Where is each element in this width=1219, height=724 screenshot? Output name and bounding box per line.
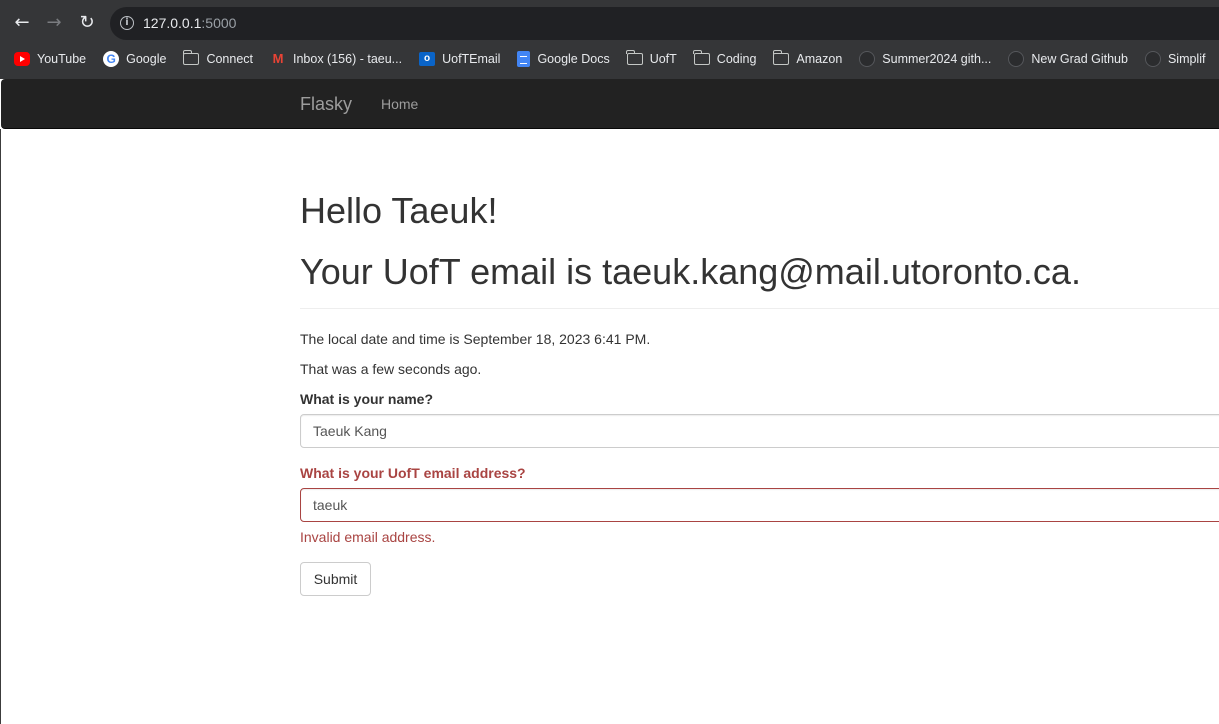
- bookmark-label: UofTEmail: [442, 52, 501, 66]
- app-navbar: Flasky Home: [1, 79, 1219, 129]
- bookmark-new-grad-github[interactable]: New Grad Github: [1008, 51, 1128, 67]
- folder-icon: [182, 50, 200, 65]
- header-divider: [300, 308, 1219, 309]
- bookmark-google[interactable]: G Google: [103, 51, 166, 67]
- name-input[interactable]: [300, 414, 1219, 448]
- bookmark-google-docs[interactable]: Google Docs: [517, 51, 610, 67]
- greeting-heading: Hello Taeuk!: [300, 190, 498, 231]
- google-docs-icon: [517, 51, 531, 67]
- github-icon: [1008, 51, 1025, 67]
- nav-home-link[interactable]: Home: [381, 96, 418, 112]
- navbar-brand-link[interactable]: Flasky: [300, 94, 352, 115]
- url-text[interactable]: 127.0.0.1:5000: [143, 15, 236, 31]
- email-error-message: Invalid email address.: [300, 529, 436, 545]
- url-port: :5000: [201, 15, 237, 31]
- bookmark-label: Summer2024 gith...: [882, 52, 992, 66]
- browser-toolbar: ← → ↻ i 127.0.0.1:5000: [0, 0, 1219, 46]
- address-bar[interactable]: i 127.0.0.1:5000: [110, 7, 1219, 40]
- back-arrow-icon[interactable]: ←: [10, 11, 34, 35]
- email-label: What is your UofT email address?: [300, 465, 526, 481]
- bookmark-amazon[interactable]: Amazon: [772, 50, 843, 66]
- folder-icon: [626, 50, 643, 65]
- bookmark-connect[interactable]: Connect: [182, 50, 253, 66]
- bookmark-label: Google: [126, 52, 167, 66]
- url-host: 127.0.0.1: [143, 15, 202, 31]
- relative-time-text: That was a few seconds ago.: [300, 361, 482, 377]
- bookmark-coding[interactable]: Coding: [693, 50, 757, 66]
- email-input[interactable]: [300, 488, 1219, 522]
- bookmark-label: Google Docs: [537, 52, 610, 66]
- folder-icon: [693, 50, 710, 65]
- bookmarks-bar: YouTube G Google Connect M Inbox (156) - t…: [0, 46, 1219, 72]
- bookmark-label: Inbox (156) - taeu...: [293, 52, 403, 66]
- bookmark-label: Coding: [716, 52, 757, 66]
- bookmark-uoft[interactable]: UofT: [626, 50, 677, 66]
- bookmark-label: UofT: [649, 52, 677, 66]
- local-time-text: The local date and time is September 18,…: [300, 331, 651, 347]
- bookmark-simplify[interactable]: Simplif: [1144, 51, 1206, 67]
- bookmark-label: Amazon: [796, 52, 843, 66]
- name-label: What is your name?: [300, 391, 434, 407]
- submit-button[interactable]: Submit: [300, 562, 371, 596]
- gmail-icon: M: [272, 51, 284, 66]
- folder-icon: [772, 50, 790, 65]
- outlook-icon: o: [419, 52, 436, 66]
- google-icon: G: [103, 51, 120, 67]
- bookmark-label: Connect: [206, 52, 253, 66]
- bookmark-youtube[interactable]: YouTube: [14, 52, 86, 66]
- bookmark-label: YouTube: [37, 52, 87, 66]
- email-heading: Your UofT email is taeuk.kang@mail.utoro…: [300, 251, 1081, 292]
- site-info-icon[interactable]: i: [120, 16, 134, 30]
- bookmark-label: New Grad Github: [1031, 52, 1128, 66]
- bookmark-uoft-email[interactable]: o UofTEmail: [419, 52, 500, 66]
- bookmark-summer2024-github[interactable]: Summer2024 gith...: [859, 51, 991, 67]
- forward-arrow-icon[interactable]: →: [42, 11, 66, 35]
- reload-icon[interactable]: ↻: [75, 11, 99, 35]
- youtube-icon: [14, 52, 30, 66]
- window-edge: [0, 129, 1, 724]
- bookmark-label: Simplif: [1167, 52, 1206, 66]
- github-icon: [859, 51, 876, 67]
- github-icon: [1144, 51, 1161, 67]
- browser-chrome: ← → ↻ i 127.0.0.1:5000 YouTube G Google C…: [0, 0, 1219, 79]
- bookmark-inbox[interactable]: M Inbox (156) - taeu...: [270, 51, 403, 67]
